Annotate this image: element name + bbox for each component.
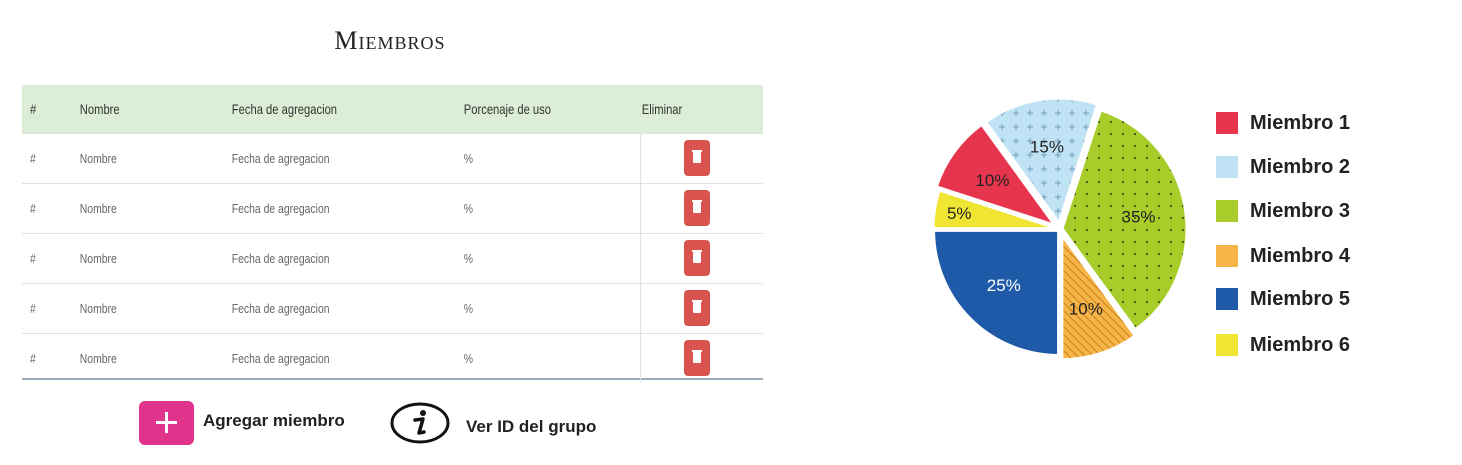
legend-item: Miembro 3 — [1214, 198, 1414, 224]
legend-swatch — [1216, 334, 1238, 356]
pie-label-1: 10% — [975, 171, 1009, 190]
row-delete-cell — [640, 132, 763, 183]
table-row: # Nombre Fecha de agregacion% — [22, 182, 763, 233]
legend-swatch — [1216, 112, 1238, 134]
row-name: Nombre — [79, 132, 201, 183]
row-number: # — [22, 332, 68, 383]
add-member-label[interactable]: Agregar miembro — [203, 411, 345, 431]
delete-member-button[interactable] — [684, 190, 710, 226]
members-usage-pie-chart: 5%10%15%35%10%25% — [931, 96, 1189, 362]
row-number: # — [22, 232, 68, 283]
legend-swatch — [1216, 200, 1238, 222]
view-group-id-label[interactable]: Ver ID del grupo — [466, 417, 596, 437]
row-delete-cell — [640, 282, 763, 333]
column-header-usage: Porcenaje de uso — [463, 100, 551, 117]
column-header-number: # — [30, 100, 37, 117]
legend-item: Miembro 4 — [1214, 243, 1414, 269]
pie-label-6: 5% — [947, 204, 972, 223]
table-row: # Nombre Fecha de agregacion% — [22, 132, 763, 183]
legend-label: Miembro 5 — [1250, 288, 1351, 310]
row-delete-cell — [640, 182, 763, 233]
add-member-button[interactable] — [139, 401, 194, 445]
row-name: Nombre — [79, 182, 201, 233]
row-name: Nombre — [79, 332, 201, 383]
legend-item: Miembro 6 — [1214, 332, 1414, 358]
legend-item: Miembro 2 — [1214, 154, 1414, 180]
delete-member-button[interactable] — [684, 290, 710, 326]
page-title: Miembros — [334, 26, 446, 55]
legend-label: Miembro 1 — [1250, 112, 1351, 134]
row-usage-percent: % — [463, 332, 605, 383]
delete-member-button[interactable] — [684, 340, 710, 376]
pie-label-5: 25% — [987, 276, 1021, 295]
table-row: # Nombre Fecha de agregacion% — [22, 332, 763, 383]
column-header-name: Nombre — [79, 100, 120, 117]
row-date-added: Fecha de agregacion — [231, 232, 417, 283]
row-delete-cell — [640, 232, 763, 283]
row-number: # — [22, 282, 68, 333]
row-usage-percent: % — [463, 132, 605, 183]
delete-member-button[interactable] — [684, 140, 710, 176]
delete-member-button[interactable] — [684, 240, 710, 276]
members-table: # Nombre Fecha de agregacion Porcenaje d… — [22, 85, 763, 383]
column-header-date: Fecha de agregacion — [231, 100, 338, 117]
column-header-delete: Eliminar — [641, 100, 682, 117]
row-date-added: Fecha de agregacion — [231, 332, 417, 383]
legend-swatch — [1216, 156, 1238, 178]
legend-swatch — [1216, 245, 1238, 267]
table-row: # Nombre Fecha de agregacion% — [22, 232, 763, 283]
table-header-row: # Nombre Fecha de agregacion Porcenaje d… — [22, 85, 763, 133]
row-number: # — [22, 182, 68, 233]
legend-item: Miembro 5 — [1214, 286, 1414, 312]
row-date-added: Fecha de agregacion — [231, 282, 417, 333]
legend-label: Miembro 4 — [1250, 245, 1351, 267]
pie-label-3: 35% — [1122, 208, 1156, 227]
legend-label: Miembro 6 — [1250, 334, 1351, 356]
info-icon[interactable] — [390, 402, 450, 444]
row-number: # — [22, 132, 68, 183]
pie-label-4: 10% — [1069, 299, 1103, 318]
row-usage-percent: % — [463, 232, 605, 283]
row-usage-percent: % — [463, 282, 605, 333]
row-name: Nombre — [79, 282, 201, 333]
row-date-added: Fecha de agregacion — [231, 132, 417, 183]
row-name: Nombre — [79, 232, 201, 283]
legend-item: Miembro 1 — [1214, 110, 1414, 136]
row-usage-percent: % — [463, 182, 605, 233]
row-delete-cell — [640, 332, 763, 383]
pie-label-2: 15% — [1030, 138, 1064, 157]
table-row: # Nombre Fecha de agregacion% — [22, 282, 763, 333]
legend-label: Miembro 2 — [1250, 156, 1351, 178]
legend-swatch — [1216, 288, 1238, 310]
legend-label: Miembro 3 — [1250, 200, 1351, 222]
row-date-added: Fecha de agregacion — [231, 182, 417, 233]
